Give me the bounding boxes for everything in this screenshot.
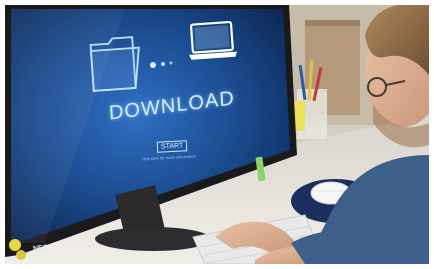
start-button[interactable]: START <box>156 140 188 153</box>
photo: DOWNLOAD START click here for more infor… <box>5 5 429 264</box>
flower <box>9 239 21 251</box>
scene-illustration <box>5 5 429 264</box>
